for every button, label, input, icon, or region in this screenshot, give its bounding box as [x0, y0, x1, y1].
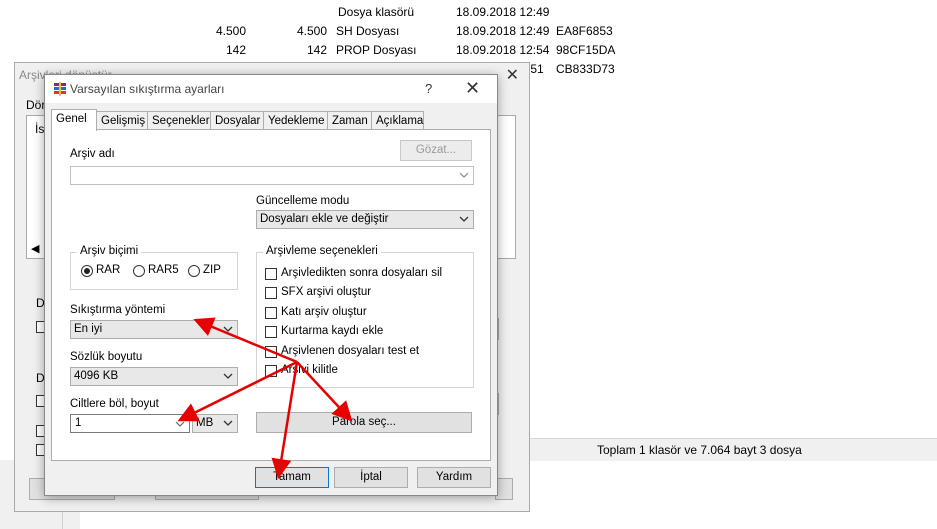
help-icon[interactable]: ?: [425, 81, 432, 96]
option-delete-after-checkbox[interactable]: [265, 268, 277, 280]
tab-secenekler[interactable]: Seçenekler: [147, 111, 212, 130]
compression-settings-dialog: Varsayılan sıkıştırma ayarları ? ✕ Genel…: [44, 74, 498, 496]
chevron-down-icon: [223, 326, 233, 332]
archive-format-group: Arşiv biçimi RAR RAR5 ZIP: [70, 245, 238, 290]
tab-gelismis[interactable]: Gelişmiş: [96, 111, 149, 130]
tab-yedekleme[interactable]: Yedekleme: [263, 111, 330, 130]
option-lock-checkbox[interactable]: [265, 365, 277, 377]
general-panel: Arşiv adı Gözat... Güncelleme modu Dosya…: [51, 129, 491, 461]
option-sfx-label[interactable]: SFX arşivi oluştur: [281, 286, 371, 298]
option-solid-label[interactable]: Katı arşiv oluştur: [281, 306, 367, 318]
archive-name-label: Arşiv adı: [70, 148, 115, 160]
chevron-down-icon: [459, 216, 469, 222]
tab-genel[interactable]: Genel: [51, 109, 97, 131]
radio-rar-label[interactable]: RAR: [96, 264, 120, 276]
dialog-title: Varsayılan sıkıştırma ayarları: [70, 82, 225, 96]
option-test-checkbox[interactable]: [265, 346, 277, 358]
update-mode-label: Güncelleme modu: [256, 195, 350, 207]
close-icon[interactable]: ✕: [506, 65, 519, 85]
winrar-icon: [54, 82, 66, 96]
option-lock-label[interactable]: Arşivi kilitle: [281, 364, 338, 376]
option-solid-checkbox[interactable]: [265, 307, 277, 319]
split-volumes-label: Ciltlere böl, boyut: [70, 398, 159, 410]
title-bar[interactable]: Varsayılan sıkıştırma ayarları ? ✕: [45, 75, 497, 103]
browse-button[interactable]: Gözat...: [400, 140, 472, 161]
set-password-button[interactable]: Parola seç...: [256, 412, 472, 433]
chevron-down-icon: [223, 420, 233, 426]
chevron-down-icon[interactable]: [175, 420, 185, 428]
split-unit-select[interactable]: MB: [192, 414, 238, 433]
close-icon[interactable]: ✕: [465, 78, 480, 99]
compression-method-select[interactable]: En iyi: [70, 320, 238, 339]
option-recovery-label[interactable]: Kurtarma kaydı ekle: [281, 325, 383, 337]
compression-method-label: Sıkıştırma yöntemi: [70, 304, 166, 316]
split-size-input[interactable]: 1: [70, 414, 190, 433]
file-row[interactable]: 4.500 4.500 SH Dosyası 18.09.2018 12:49 …: [0, 22, 620, 41]
radio-zip[interactable]: [188, 265, 200, 277]
file-row[interactable]: Dosya klasörü 18.09.2018 12:49: [0, 3, 620, 22]
update-mode-select[interactable]: Dosyaları ekle ve değiştir: [256, 210, 474, 229]
file-row[interactable]: 142 142 PROP Dosyası 18.09.2018 12:54 98…: [0, 41, 620, 60]
tab-dosyalar[interactable]: Dosyalar: [210, 111, 265, 130]
tab-zaman[interactable]: Zaman: [327, 111, 373, 130]
option-test-label[interactable]: Arşivlenen dosyaları test et: [281, 345, 419, 357]
status-text: Toplam 1 klasör ve 7.064 bayt 3 dosya: [597, 443, 802, 457]
cancel-button[interactable]: İptal: [334, 467, 408, 488]
chevron-down-icon: [223, 373, 233, 379]
radio-rar5-label[interactable]: RAR5: [148, 264, 179, 276]
archive-name-input[interactable]: [70, 166, 474, 185]
radio-rar[interactable]: [81, 265, 93, 277]
chevron-down-icon[interactable]: [459, 171, 469, 179]
dictionary-size-label: Sözlük boyutu: [70, 351, 143, 363]
archiving-options-title: Arşivleme seçenekleri: [263, 245, 381, 257]
archiving-options-group: Arşivleme seçenekleri Arşivledikten sonr…: [256, 245, 474, 388]
help-button[interactable]: Yardım: [417, 467, 491, 488]
dictionary-size-select[interactable]: 4096 KB: [70, 367, 238, 386]
radio-rar5[interactable]: [133, 265, 145, 277]
radio-zip-label[interactable]: ZIP: [203, 264, 221, 276]
ok-button[interactable]: Tamam: [255, 467, 329, 488]
option-sfx-checkbox[interactable]: [265, 287, 277, 299]
option-delete-after-label[interactable]: Arşivledikten sonra dosyaları sil: [281, 267, 442, 279]
status-bar: Toplam 1 klasör ve 7.064 bayt 3 dosya: [520, 438, 937, 461]
archive-format-title: Arşiv biçimi: [77, 245, 142, 257]
tab-aciklama[interactable]: Açıklama: [371, 111, 424, 130]
option-recovery-checkbox[interactable]: [265, 326, 277, 338]
scroll-left-icon[interactable]: ◀: [31, 242, 39, 255]
